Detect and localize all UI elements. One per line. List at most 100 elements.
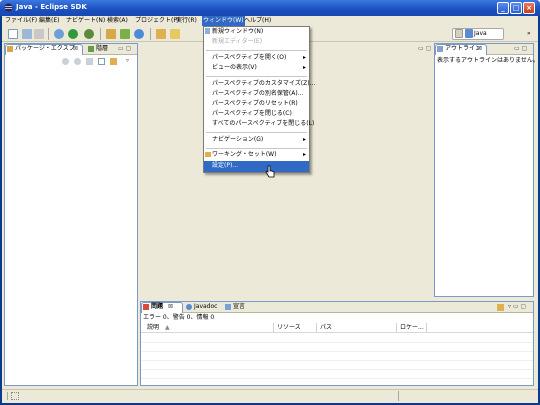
new-package-icon[interactable]: [120, 29, 130, 39]
menu-separator: [206, 148, 307, 149]
submenu-arrow-icon: ▸: [303, 54, 307, 61]
menu-help[interactable]: ヘルプ(H): [243, 16, 272, 26]
package-explorer-toolbar: [5, 56, 137, 68]
hand-cursor-icon: [265, 165, 275, 178]
tab-hierarchy[interactable]: 階層: [96, 45, 108, 53]
filter-icon[interactable]: [497, 304, 504, 311]
close-tab-icon[interactable]: ⊠: [73, 45, 78, 53]
menu-item-close-all-perspectives[interactable]: すべてのパースペクティブを閉じる(L): [212, 119, 314, 129]
declaration-icon: [225, 304, 231, 310]
column-divider[interactable]: [316, 323, 317, 333]
window-title: Java - Eclipse SDK: [16, 3, 87, 11]
menu-project[interactable]: プロジェクト(P): [134, 16, 180, 26]
new-java-project-icon[interactable]: [106, 29, 116, 39]
menu-navigate[interactable]: ナビゲート(N): [65, 16, 106, 26]
open-perspective-icon[interactable]: [455, 29, 463, 38]
tab-javadoc[interactable]: Javadoc: [194, 303, 217, 311]
status-separator: [398, 391, 399, 401]
menu-item-show-view[interactable]: ビューの表示(V): [212, 63, 257, 73]
menu-item-reset-perspective[interactable]: パースペクティブのリセット(R): [212, 99, 298, 109]
tab-declaration[interactable]: 宣言: [233, 303, 245, 311]
menu-item-save-perspective-as[interactable]: パースペクティブの別名保管(A)...: [212, 89, 303, 99]
javadoc-icon: [186, 304, 192, 310]
menu-file[interactable]: ファイル(F): [4, 16, 38, 26]
menu-item-new-window[interactable]: 新規ウィンドウ(N): [212, 27, 263, 37]
submenu-arrow-icon: ▸: [303, 151, 307, 158]
menu-item-customize-perspective[interactable]: パースペクティブのカスタマイズ(Z)...: [212, 79, 315, 89]
menu-item-working-sets[interactable]: ワーキング・セット(W): [212, 150, 276, 160]
menu-separator: [206, 132, 307, 133]
column-divider[interactable]: [396, 323, 397, 333]
toolbar-separator: [48, 28, 49, 40]
problems-summary: エラー 0、警告 0、情報 0: [143, 314, 215, 321]
menu-item-new-editor[interactable]: 新規エディター(E): [212, 37, 262, 47]
column-resource[interactable]: リソース: [277, 324, 301, 332]
external-tools-icon[interactable]: [84, 29, 94, 39]
outline-panel: [434, 43, 534, 297]
problems-table-body[interactable]: [141, 334, 533, 385]
java-perspective-icon: [465, 29, 473, 38]
open-type-icon[interactable]: [156, 29, 166, 39]
outline-icon: [437, 46, 443, 52]
menu-run[interactable]: 実行(R): [175, 16, 198, 26]
toolbar-separator: [150, 28, 151, 40]
hierarchy-icon: [88, 46, 94, 52]
outline-tab-label: アウトライン: [445, 45, 482, 52]
minimize-button[interactable]: _: [497, 2, 509, 14]
menu-item-navigation[interactable]: ナビゲーション(G): [212, 135, 263, 145]
submenu-arrow-icon: ▸: [303, 136, 307, 143]
save-icon[interactable]: [22, 29, 32, 39]
close-button[interactable]: ×: [523, 2, 535, 14]
sort-ascending-icon: ▲: [165, 324, 170, 331]
new-icon[interactable]: [8, 29, 18, 39]
maximize-button[interactable]: □: [510, 2, 522, 14]
column-location[interactable]: ロケー...: [400, 324, 424, 332]
outline-window-controls[interactable]: ▭ ▢: [514, 45, 527, 53]
link-with-editor-icon[interactable]: [110, 58, 117, 65]
column-description[interactable]: 説明: [147, 324, 159, 332]
run-icon[interactable]: [68, 29, 78, 39]
menu-search[interactable]: 検索(A): [106, 16, 129, 26]
up-icon[interactable]: [86, 58, 93, 65]
new-class-icon[interactable]: [134, 29, 144, 39]
debug-icon[interactable]: [54, 29, 64, 39]
working-set-icon: [205, 152, 211, 157]
menu-separator: [206, 50, 307, 51]
eclipse-logo-icon: [4, 3, 13, 12]
forward-icon[interactable]: [74, 58, 81, 65]
package-explorer-icon: [7, 46, 13, 52]
menu-item-open-perspective[interactable]: パースペクティブを開く(O): [212, 53, 286, 63]
toolbar-separator: [100, 28, 101, 40]
menu-edit[interactable]: 編集(E): [38, 16, 60, 26]
column-path[interactable]: パス: [320, 324, 332, 332]
print-icon[interactable]: [34, 29, 44, 39]
submenu-arrow-icon: ▸: [303, 64, 307, 71]
panel-window-controls[interactable]: ▭ ▢: [118, 45, 131, 53]
menu-item-close-perspective[interactable]: パースペクティブを閉じる(C): [212, 109, 292, 119]
search-icon[interactable]: [170, 29, 180, 39]
package-explorer-panel: [4, 43, 138, 386]
outline-empty-message: 表示するアウトラインはありません。: [437, 57, 539, 64]
view-menu-icon[interactable]: ▿: [126, 57, 129, 65]
column-divider[interactable]: [273, 323, 274, 333]
new-item-icon[interactable]: [11, 392, 19, 400]
editor-window-controls[interactable]: ▭ ▢: [418, 45, 431, 53]
new-window-icon: [205, 28, 210, 34]
menu-window[interactable]: ウィンドウ(W): [202, 16, 245, 26]
problems-icon: [143, 304, 149, 310]
column-divider[interactable]: [426, 323, 427, 333]
menu-item-preferences[interactable]: 設定(P)...: [212, 161, 238, 171]
toolbar-overflow-icon[interactable]: »: [527, 30, 531, 38]
status-bar: [2, 389, 538, 403]
back-icon[interactable]: [62, 58, 69, 65]
package-explorer-tab-label: パッケージ・エクスプ: [15, 45, 75, 52]
status-separator: [7, 392, 8, 400]
problems-window-controls[interactable]: ▿ ▭ ▢: [508, 303, 526, 311]
perspective-label[interactable]: Java: [474, 28, 487, 40]
problems-tab-label: 問題: [151, 303, 164, 310]
close-tab-icon[interactable]: ⊠: [168, 303, 173, 311]
problems-table-header: [141, 323, 533, 333]
collapse-all-icon[interactable]: [98, 58, 105, 65]
close-tab-icon[interactable]: ⊠: [477, 45, 482, 53]
menu-separator: [206, 76, 307, 77]
